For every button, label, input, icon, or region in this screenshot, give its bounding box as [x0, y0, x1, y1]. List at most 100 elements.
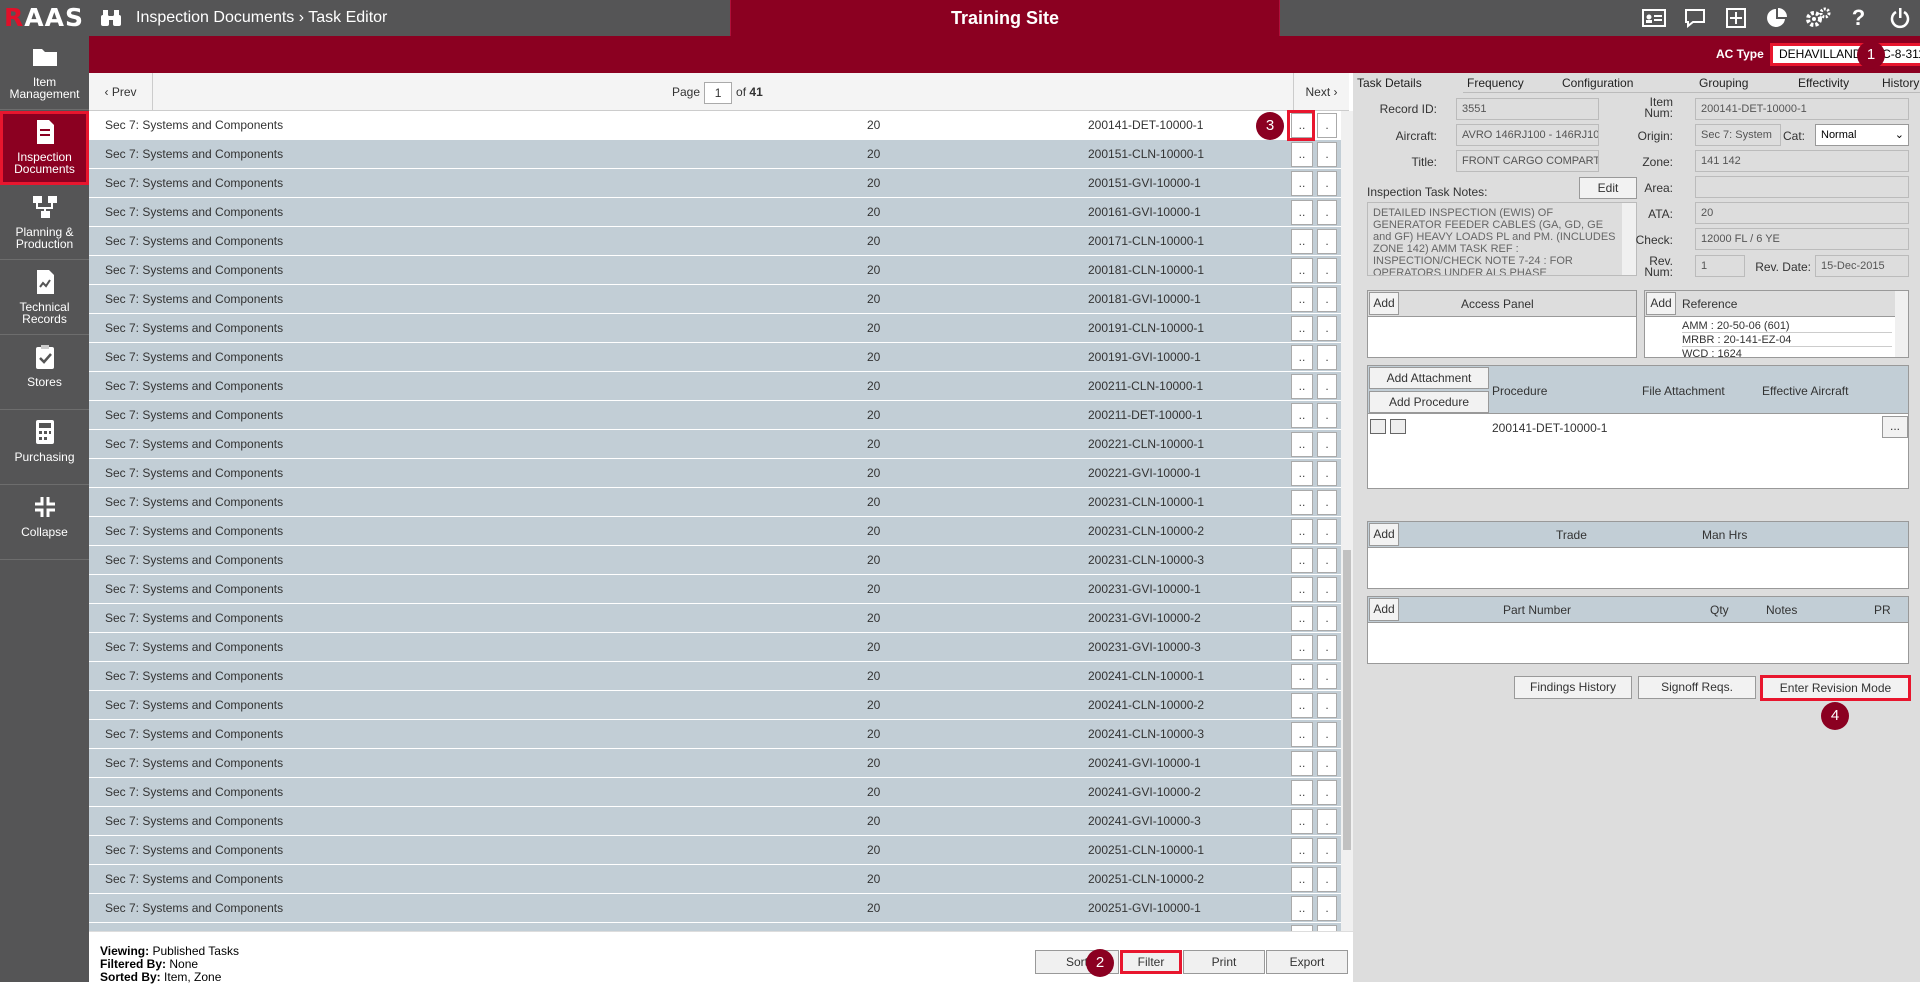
table-row[interactable]: Sec 7: Systems and Components 20 200231-GV…	[89, 604, 1341, 633]
table-row[interactable]: Sec 7: Systems and Components 20 200171-CL…	[89, 227, 1341, 256]
row-menu-button[interactable]: .	[1317, 345, 1337, 370]
table-row[interactable]: Sec 7: Systems and Components 20 200181-CL…	[89, 256, 1341, 285]
row-menu-button[interactable]: .	[1317, 867, 1337, 892]
reference-scrollbar[interactable]	[1895, 291, 1908, 357]
binoculars-icon[interactable]	[100, 9, 122, 27]
row-details-button[interactable]: ..	[1291, 461, 1313, 486]
row-details-button[interactable]: ..	[1291, 316, 1313, 341]
table-row[interactable]: Sec 7: Systems and Components 20 200231-GV…	[89, 575, 1341, 604]
table-row[interactable]: Sec 7: Systems and Components 20 200191-CL…	[89, 314, 1341, 343]
row-menu-button[interactable]: .	[1317, 490, 1337, 515]
row-menu-button[interactable]: .	[1317, 200, 1337, 225]
table-scrollbar-thumb[interactable]	[1343, 550, 1351, 850]
row-details-button[interactable]: ..	[1291, 258, 1313, 283]
row-details-button[interactable]: ..	[1291, 345, 1313, 370]
row-details-button[interactable]: ..	[1291, 171, 1313, 196]
row-details-button[interactable]: ..	[1291, 896, 1313, 921]
row-menu-button[interactable]: .	[1317, 113, 1337, 138]
row-details-button[interactable]: ..	[1291, 577, 1313, 602]
row-menu-button[interactable]: .	[1317, 722, 1337, 747]
row-menu-button[interactable]: .	[1317, 403, 1337, 428]
table-row[interactable]: Sec 7: Systems and Components 20 200241-GV…	[89, 749, 1341, 778]
table-row[interactable]: Sec 7: Systems and Components 20 200241-CL…	[89, 691, 1341, 720]
row-menu-button[interactable]: .	[1317, 548, 1337, 573]
row-menu-button[interactable]: .	[1317, 577, 1337, 602]
row-menu-button[interactable]: .	[1317, 751, 1337, 776]
table-row[interactable]: Sec 7: Systems and Components 20 200231-CL…	[89, 517, 1341, 546]
id-card-icon[interactable]	[1633, 0, 1674, 36]
notes-textarea[interactable]: DETAILED INSPECTION (EWIS) OF GENERATOR …	[1367, 202, 1637, 276]
add-access-panel-button[interactable]: Add	[1369, 292, 1399, 315]
tab-frequency[interactable]: Frequency	[1463, 73, 1558, 93]
row-menu-button[interactable]: .	[1317, 374, 1337, 399]
table-row[interactable]: Sec 7: Systems and Components 20 200231-CL…	[89, 488, 1341, 517]
edit-pencil-icon[interactable]	[1370, 419, 1386, 434]
nav-inspection-documents[interactable]: Inspection Documents	[0, 111, 89, 185]
procedure-row[interactable]: 200141-DET-10000-1	[1492, 421, 1607, 435]
row-menu-button[interactable]: .	[1317, 432, 1337, 457]
gears-icon[interactable]	[1797, 0, 1838, 36]
row-details-button[interactable]: ..	[1291, 490, 1313, 515]
row-menu-button[interactable]: .	[1317, 809, 1337, 834]
row-details-button[interactable]: ..	[1291, 780, 1313, 805]
row-menu-button[interactable]: .	[1317, 780, 1337, 805]
row-details-button[interactable]: ..	[1291, 519, 1313, 544]
row-details-button[interactable]: ..	[1291, 838, 1313, 863]
row-menu-button[interactable]: .	[1317, 229, 1337, 254]
row-details-button[interactable]: ..	[1291, 635, 1313, 660]
help-icon[interactable]: ?	[1838, 0, 1879, 36]
nav-planning-production[interactable]: Planning & Production	[0, 186, 89, 260]
export-button[interactable]: Export	[1266, 950, 1348, 974]
tab-task-details[interactable]: Task Details	[1353, 73, 1463, 93]
nav-collapse[interactable]: Collapse	[0, 486, 89, 560]
table-row[interactable]: Sec 7: Systems and Components 20 200251-GV…	[89, 923, 1341, 931]
row-details-button[interactable]: ..	[1291, 229, 1313, 254]
row-details-button[interactable]: ..	[1291, 374, 1313, 399]
findings-history-button[interactable]: Findings History	[1514, 676, 1632, 699]
add-attachment-button[interactable]: Add Attachment	[1369, 367, 1489, 389]
row-details-button[interactable]: ..	[1291, 142, 1313, 167]
table-row[interactable]: Sec 7: Systems and Components 20 200251-CL…	[89, 836, 1341, 865]
table-row[interactable]: Sec 7: Systems and Components 20 200241-CL…	[89, 662, 1341, 691]
add-trade-button[interactable]: Add	[1369, 523, 1399, 546]
row-details-button[interactable]: ..	[1291, 722, 1313, 747]
table-row[interactable]: Sec 7: Systems and Components 20 200161-GV…	[89, 198, 1341, 227]
row-details-button[interactable]: ..	[1291, 867, 1313, 892]
table-row[interactable]: Sec 7: Systems and Components 20 200221-GV…	[89, 459, 1341, 488]
next-button[interactable]: Next ›	[1293, 73, 1349, 111]
add-reference-button[interactable]: Add	[1646, 292, 1676, 315]
prev-button[interactable]: ‹ Prev	[89, 73, 153, 111]
nav-technical-records[interactable]: Technical Records	[0, 261, 89, 335]
table-row[interactable]: Sec 7: Systems and Components 20 200241-GV…	[89, 807, 1341, 836]
add-part-button[interactable]: Add	[1369, 598, 1399, 621]
enter-revision-mode-button[interactable]: Enter Revision Mode	[1760, 675, 1911, 701]
row-menu-button[interactable]: .	[1317, 693, 1337, 718]
row-menu-button[interactable]: .	[1317, 461, 1337, 486]
print-icon[interactable]	[1390, 419, 1406, 434]
row-menu-button[interactable]: .	[1317, 664, 1337, 689]
cat-select[interactable]: Normal ⌄	[1815, 124, 1909, 146]
table-row[interactable]: Sec 7: Systems and Components 20 200191-GV…	[89, 343, 1341, 372]
table-row[interactable]: Sec 7: Systems and Components 20 200181-GV…	[89, 285, 1341, 314]
table-row[interactable]: Sec 7: Systems and Components 20 200221-CL…	[89, 430, 1341, 459]
table-row[interactable]: Sec 7: Systems and Components 20 200231-GV…	[89, 633, 1341, 662]
signoff-reqs-button[interactable]: Signoff Reqs.	[1638, 676, 1756, 699]
page-number-input[interactable]: 1	[704, 81, 733, 104]
procedure-more-button[interactable]: ...	[1882, 416, 1908, 438]
row-menu-button[interactable]: .	[1317, 287, 1337, 312]
row-details-button[interactable]: ..	[1291, 693, 1313, 718]
row-menu-button[interactable]: .	[1317, 142, 1337, 167]
table-row[interactable]: Sec 7: Systems and Components 20 200211-DE…	[89, 401, 1341, 430]
row-menu-button[interactable]: .	[1317, 316, 1337, 341]
chat-icon[interactable]	[1674, 0, 1715, 36]
row-details-button[interactable]: ..	[1291, 432, 1313, 457]
row-menu-button[interactable]: .	[1317, 519, 1337, 544]
row-menu-button[interactable]: .	[1317, 258, 1337, 283]
row-menu-button[interactable]: .	[1317, 635, 1337, 660]
table-row[interactable]: Sec 7: Systems and Components 20 200151-GV…	[89, 169, 1341, 198]
table-row[interactable]: Sec 7: Systems and Components 20 200231-CL…	[89, 546, 1341, 575]
tab-configuration[interactable]: Configuration	[1558, 73, 1695, 93]
row-details-button[interactable]: ..	[1291, 809, 1313, 834]
ac-type-select[interactable]: DEHAVILLAND DHC-8-311 - DHC8⌄	[1770, 43, 1920, 66]
add-procedure-button[interactable]: Add Procedure	[1369, 391, 1489, 413]
